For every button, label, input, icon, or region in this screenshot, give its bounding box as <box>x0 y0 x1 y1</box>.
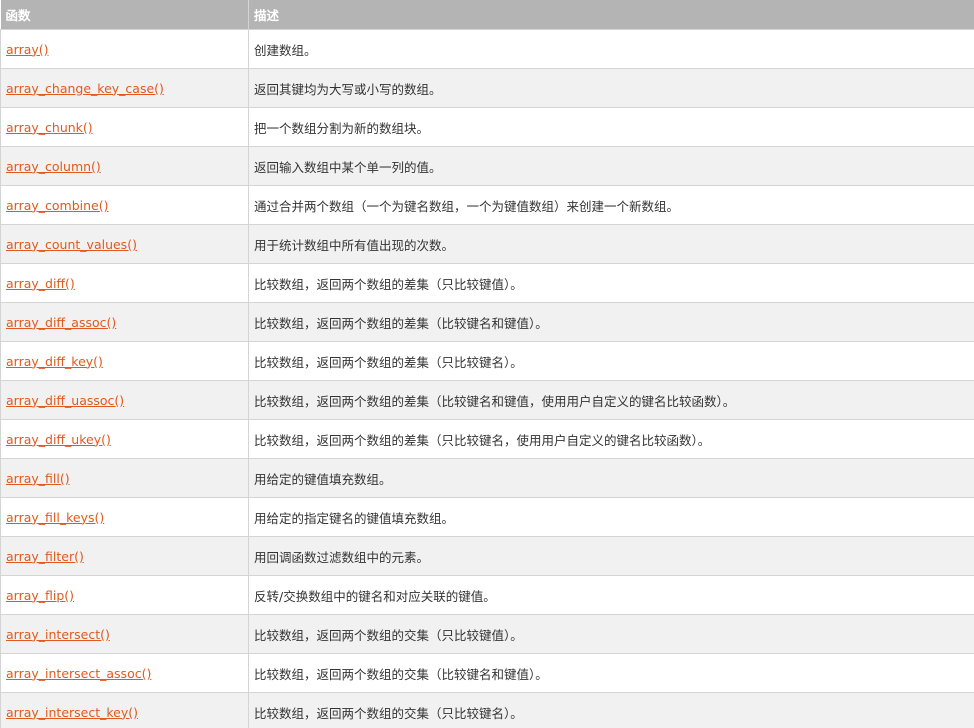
table-row: array_filter() 用回调函数过滤数组中的元素。 <box>0 536 974 576</box>
function-link[interactable]: array_chunk() <box>6 120 93 135</box>
description-cell: 比较数组，返回两个数组的交集（只比较键名）。 <box>248 692 974 728</box>
table-row: array_intersect_key() 比较数组，返回两个数组的交集（只比较键… <box>0 692 974 728</box>
description-cell: 反转/交换数组中的键名和对应关联的键值。 <box>248 575 974 615</box>
function-link[interactable]: array_diff_uassoc() <box>6 393 124 408</box>
description-cell: 比较数组，返回两个数组的交集（比较键名和键值）。 <box>248 653 974 693</box>
table-row: array_diff_assoc() 比较数组，返回两个数组的差集（比较键名和键值… <box>0 302 974 342</box>
function-cell: array_diff_assoc() <box>0 302 249 342</box>
function-cell: array() <box>0 29 249 69</box>
function-link[interactable]: array_fill_keys() <box>6 510 104 525</box>
table-row: array_diff_key() 比较数组，返回两个数组的差集（只比较键名）。 <box>0 341 974 381</box>
table-header: 函数 描述 <box>0 0 974 30</box>
table-row: array_fill() 用给定的键值填充数组。 <box>0 458 974 498</box>
description-cell: 比较数组，返回两个数组的差集（只比较键名，使用用户自定义的键名比较函数）。 <box>248 419 974 459</box>
function-cell: array_filter() <box>0 536 249 576</box>
function-cell: array_chunk() <box>0 107 249 147</box>
function-link[interactable]: array_intersect_assoc() <box>6 666 151 681</box>
description-cell: 创建数组。 <box>248 29 974 69</box>
function-cell: array_fill() <box>0 458 249 498</box>
description-cell: 比较数组，返回两个数组的差集（比较键名和键值，使用用户自定义的键名比较函数）。 <box>248 380 974 420</box>
function-cell: array_intersect_key() <box>0 692 249 728</box>
table-row: array_column() 返回输入数组中某个单一列的值。 <box>0 146 974 186</box>
description-cell: 用给定的指定键名的键值填充数组。 <box>248 497 974 537</box>
function-link[interactable]: array_intersect() <box>6 627 110 642</box>
description-cell: 比较数组，返回两个数组的差集（只比较键名）。 <box>248 341 974 381</box>
header-function: 函数 <box>0 0 249 30</box>
function-link[interactable]: array_diff_key() <box>6 354 103 369</box>
table-row: array_intersect() 比较数组，返回两个数组的交集（只比较键值）。 <box>0 614 974 654</box>
function-link[interactable]: array_filter() <box>6 549 84 564</box>
table-body: array() 创建数组。 array_change_key_case() 返回其键均… <box>0 29 974 728</box>
function-cell: array_diff_ukey() <box>0 419 249 459</box>
function-link[interactable]: array_diff_ukey() <box>6 432 111 447</box>
function-cell: array_diff() <box>0 263 249 303</box>
table-row: array_flip() 反转/交换数组中的键名和对应关联的键值。 <box>0 575 974 615</box>
function-cell: array_combine() <box>0 185 249 225</box>
table-row: array_combine() 通过合并两个数组（一个为键名数组，一个为键值数组）… <box>0 185 974 225</box>
table-row: array_diff_uassoc() 比较数组，返回两个数组的差集（比较键名和键… <box>0 380 974 420</box>
php-array-functions-table: 函数 描述 array() 创建数组。 array_change_key_case(… <box>0 0 974 728</box>
function-link[interactable]: array_count_values() <box>6 237 137 252</box>
table-row: array_diff() 比较数组，返回两个数组的差集（只比较键值）。 <box>0 263 974 303</box>
function-link[interactable]: array() <box>6 42 49 57</box>
function-cell: array_intersect() <box>0 614 249 654</box>
function-link[interactable]: array_intersect_key() <box>6 705 138 720</box>
header-description: 描述 <box>248 0 974 30</box>
function-link[interactable]: array_change_key_case() <box>6 81 164 96</box>
header-row: 函数 描述 <box>0 0 974 30</box>
function-link[interactable]: array_fill() <box>6 471 70 486</box>
function-link[interactable]: array_column() <box>6 159 101 174</box>
function-cell: array_flip() <box>0 575 249 615</box>
function-cell: array_intersect_assoc() <box>0 653 249 693</box>
function-link[interactable]: array_combine() <box>6 198 109 213</box>
description-cell: 比较数组，返回两个数组的差集（只比较键值）。 <box>248 263 974 303</box>
description-cell: 比较数组，返回两个数组的差集（比较键名和键值）。 <box>248 302 974 342</box>
description-cell: 用给定的键值填充数组。 <box>248 458 974 498</box>
table-row: array_count_values() 用于统计数组中所有值出现的次数。 <box>0 224 974 264</box>
function-link[interactable]: array_diff_assoc() <box>6 315 116 330</box>
function-cell: array_change_key_case() <box>0 68 249 108</box>
description-cell: 用于统计数组中所有值出现的次数。 <box>248 224 974 264</box>
function-cell: array_diff_key() <box>0 341 249 381</box>
function-cell: array_count_values() <box>0 224 249 264</box>
function-cell: array_fill_keys() <box>0 497 249 537</box>
table-row: array_fill_keys() 用给定的指定键名的键值填充数组。 <box>0 497 974 537</box>
table-row: array_diff_ukey() 比较数组，返回两个数组的差集（只比较键名，使用… <box>0 419 974 459</box>
table-row: array_chunk() 把一个数组分割为新的数组块。 <box>0 107 974 147</box>
table-row: array_intersect_assoc() 比较数组，返回两个数组的交集（比较… <box>0 653 974 693</box>
description-cell: 通过合并两个数组（一个为键名数组，一个为键值数组）来创建一个新数组。 <box>248 185 974 225</box>
function-cell: array_diff_uassoc() <box>0 380 249 420</box>
function-cell: array_column() <box>0 146 249 186</box>
description-cell: 比较数组，返回两个数组的交集（只比较键值）。 <box>248 614 974 654</box>
table-row: array() 创建数组。 <box>0 29 974 69</box>
description-cell: 返回输入数组中某个单一列的值。 <box>248 146 974 186</box>
description-cell: 用回调函数过滤数组中的元素。 <box>248 536 974 576</box>
function-link[interactable]: array_diff() <box>6 276 75 291</box>
description-cell: 返回其键均为大写或小写的数组。 <box>248 68 974 108</box>
description-cell: 把一个数组分割为新的数组块。 <box>248 107 974 147</box>
table-row: array_change_key_case() 返回其键均为大写或小写的数组。 <box>0 68 974 108</box>
function-link[interactable]: array_flip() <box>6 588 74 603</box>
